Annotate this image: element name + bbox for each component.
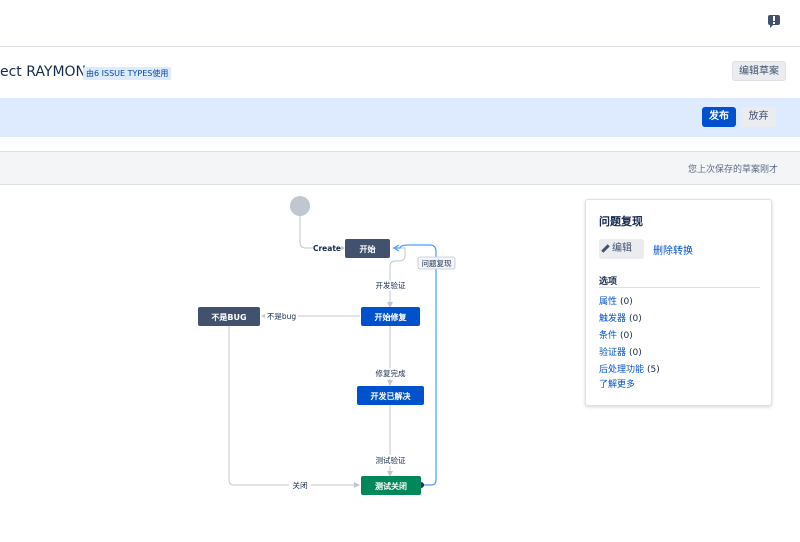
top-navigation-bar — [0, 0, 800, 47]
page-header: ect RAYMON 由6 ISSUE TYPES使用 编辑草案 — [0, 46, 800, 98]
option-post-functions-link[interactable]: 后处理功能 — [599, 365, 644, 375]
last-saved-text: 您上次保存的草案刚才 — [687, 165, 778, 175]
transition-dev-verify-line[interactable] — [387, 247, 406, 308]
option-conditions-link[interactable]: 条件 — [599, 331, 617, 341]
initial-node[interactable] — [290, 196, 310, 216]
edit-transition-button[interactable]: 编辑 — [599, 239, 644, 259]
edit-transition-label: 编辑 — [612, 243, 632, 254]
option-validators-link[interactable]: 验证器 — [599, 348, 626, 358]
issue-types-badge[interactable]: 由6 ISSUE TYPES使用 — [83, 67, 172, 80]
pencil-icon — [601, 244, 610, 253]
discard-button[interactable]: 放弃 — [741, 107, 776, 127]
draft-banner: 发布 放弃 — [0, 98, 800, 137]
options-heading: 选项 — [599, 277, 618, 287]
option-properties-count: (0) — [620, 297, 633, 307]
transition-not-bug-label[interactable]: 不是bug — [267, 312, 297, 321]
page-title: ect RAYMON — [0, 64, 87, 80]
status-resolved-label: 开发已解决 — [371, 391, 412, 401]
panel-title: 问题复现 — [599, 215, 643, 228]
option-triggers: 触发器 (0) — [599, 311, 642, 324]
status-fixing-label: 开始修复 — [375, 312, 408, 322]
delete-transition-link[interactable]: 删除转换 — [653, 242, 693, 257]
feedback-icon[interactable] — [768, 15, 780, 28]
transition-properties-panel: 问题复现 编辑 删除转换 选项 属性 (0) 触发器 (0) 条件 (0) 验证器 (0… — [585, 199, 772, 406]
options-divider — [599, 287, 760, 288]
transition-dev-verify-label[interactable]: 开发验证 — [376, 280, 406, 290]
diagram-toolbar: 您上次保存的草案刚才 — [0, 151, 800, 185]
transition-reproduce-label[interactable]: 问题复现 — [422, 258, 452, 268]
option-conditions-count: (0) — [620, 331, 633, 341]
transition-close-line[interactable] — [228, 325, 360, 488]
option-properties: 属性 (0) — [599, 294, 633, 307]
transition-create-label[interactable]: Create — [313, 244, 341, 253]
option-post-functions: 后处理功能 (5) — [599, 362, 660, 375]
publish-button[interactable]: 发布 — [702, 107, 736, 127]
option-conditions: 条件 (0) — [599, 328, 633, 341]
status-closed-label: 测试关闭 — [375, 481, 407, 491]
option-properties-link[interactable]: 属性 — [599, 297, 617, 307]
transition-test-verify-label[interactable]: 测试验证 — [376, 455, 406, 465]
option-post-functions-count: (5) — [647, 365, 660, 375]
option-validators: 验证器 (0) — [599, 345, 642, 358]
transition-close-label[interactable]: 关闭 — [293, 480, 308, 490]
status-start-label: 开始 — [360, 244, 376, 254]
learn-more-link[interactable]: 了解更多 — [599, 377, 635, 390]
transition-fix-done-label[interactable]: 修复完成 — [376, 368, 406, 378]
option-triggers-count: (0) — [629, 314, 642, 324]
edit-draft-button[interactable]: 编辑草案 — [732, 61, 786, 81]
option-validators-count: (0) — [629, 348, 642, 358]
status-not-bug-label: 不是BUG — [211, 312, 246, 322]
option-triggers-link[interactable]: 触发器 — [599, 314, 626, 324]
